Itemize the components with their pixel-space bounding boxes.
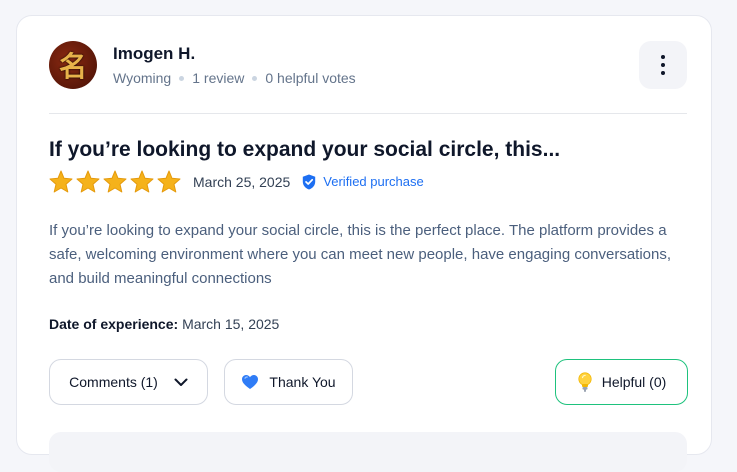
experience-date: March 15, 2025 (182, 316, 280, 332)
reviewer-review-count: 1 review (192, 70, 245, 86)
more-options-button[interactable] (639, 41, 687, 89)
review-date: March 25, 2025 (193, 173, 291, 190)
review-card: 名 Imogen H. Wyoming 1 review 0 helpful v… (16, 15, 712, 472)
blue-heart-icon (242, 375, 259, 389)
star-icon (130, 170, 154, 193)
helpful-button[interactable]: Helpful (0) (555, 359, 688, 405)
more-vertical-icon (661, 55, 665, 75)
star-rating (49, 170, 181, 193)
separator-dot (252, 75, 258, 81)
header-divider (49, 113, 687, 114)
review-body: If you’re looking to expand your social … (49, 222, 672, 287)
review-title: If you’re looking to expand your social … (49, 138, 561, 161)
shield-check-icon (303, 174, 316, 189)
thank-you-label: Thank You (269, 374, 336, 390)
experience-label: Date of experience: (49, 316, 179, 332)
star-icon (157, 170, 181, 193)
avatar-glyph: 名 (58, 50, 87, 83)
reviewer-meta: Wyoming 1 review 0 helpful votes (113, 70, 356, 86)
light-bulb-icon (578, 372, 592, 392)
verified-badge: Verified purchase (302, 174, 424, 190)
date-of-experience: Date of experience: March 15, 2025 (49, 316, 279, 332)
separator-dot (179, 75, 185, 81)
chevron-down-icon (174, 378, 188, 386)
reviewer-helpful-votes: 0 helpful votes (265, 70, 356, 86)
avatar[interactable]: 名 (49, 41, 97, 89)
thank-you-button[interactable]: Thank You (224, 359, 353, 405)
rating-row: March 25, 2025 Verified purchase (49, 170, 424, 193)
star-icon (103, 170, 127, 193)
helpful-label: Helpful (0) (601, 374, 667, 390)
comments-button[interactable]: Comments (1) (49, 359, 208, 405)
reviewer-location: Wyoming (113, 70, 172, 86)
star-icon (49, 170, 73, 193)
comments-panel (49, 432, 687, 472)
verified-label: Verified purchase (323, 174, 424, 189)
reviewer-name[interactable]: Imogen H. (113, 44, 195, 64)
comments-label: Comments (1) (69, 374, 158, 390)
star-icon (76, 170, 100, 193)
